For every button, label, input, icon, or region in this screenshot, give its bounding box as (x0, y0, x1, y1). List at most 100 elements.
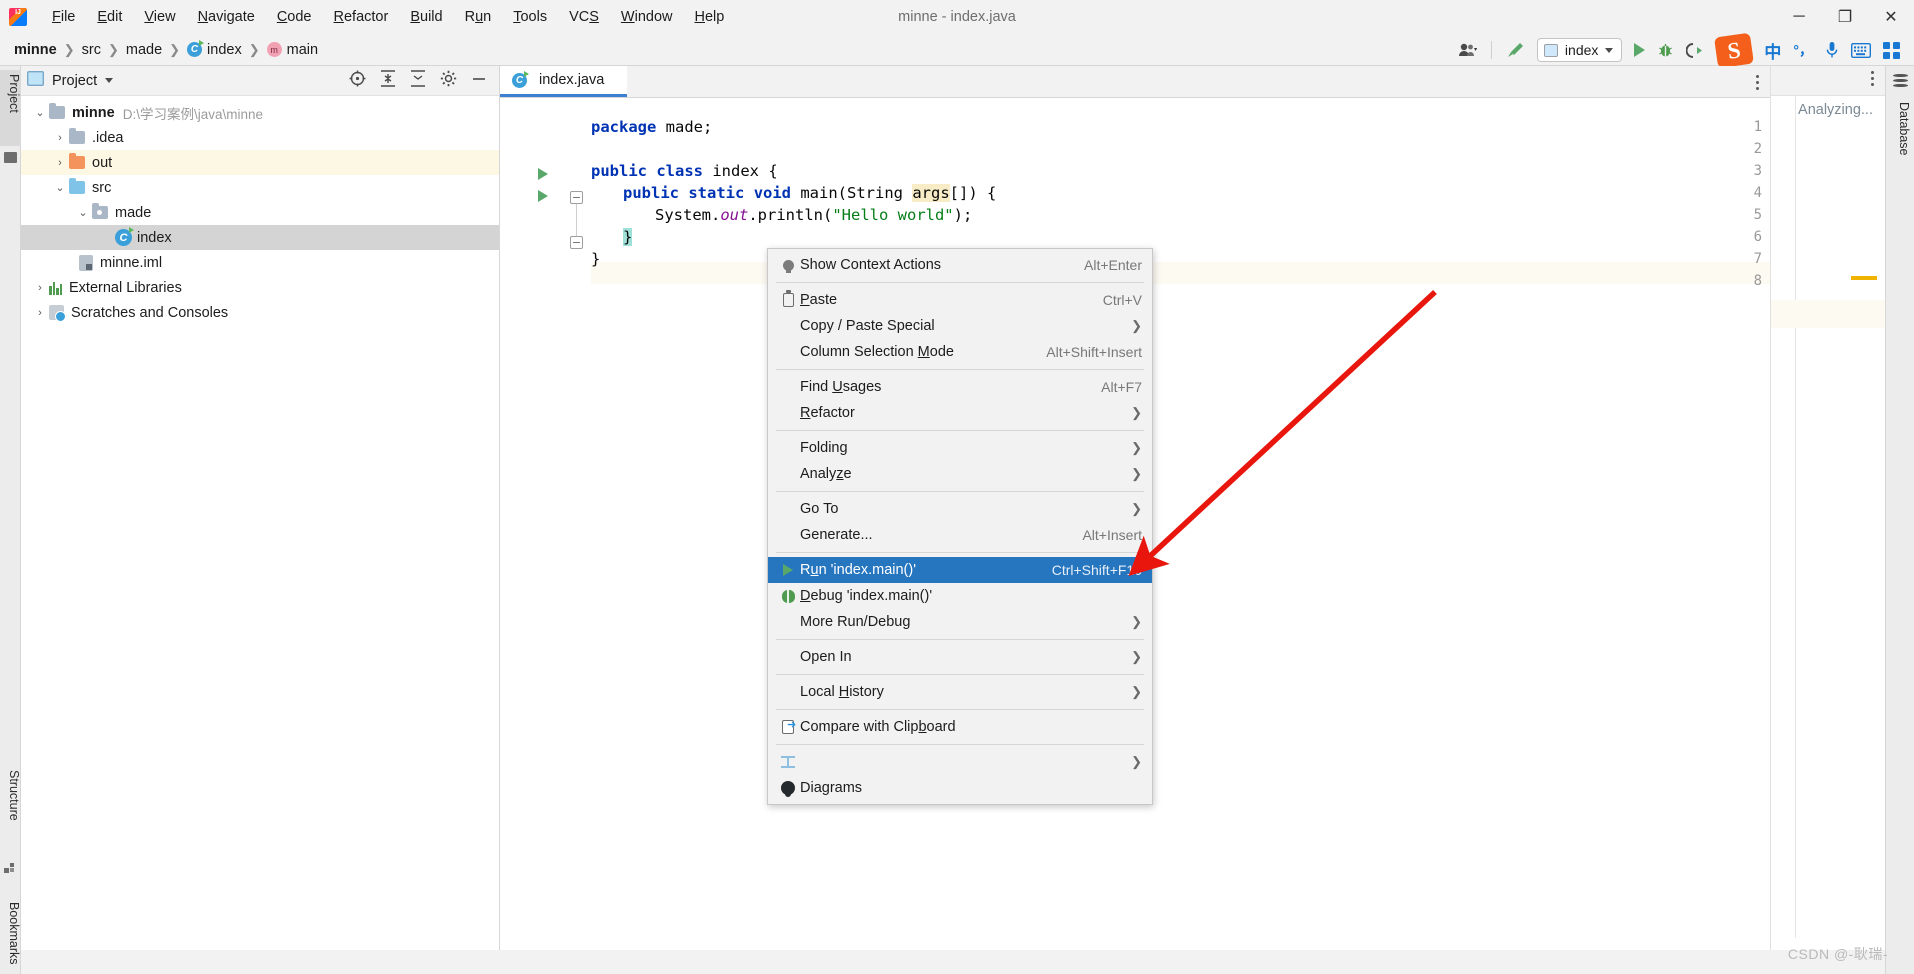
chevron-right-icon[interactable]: › (31, 282, 49, 294)
minimize-button[interactable]: ─ (1776, 0, 1822, 34)
menu-item-find-usages[interactable]: Find Usages Alt+F7 (768, 374, 1152, 400)
menu-item-copy-paste-special[interactable]: Copy / Paste Special ❯ (768, 313, 1152, 339)
menu-window[interactable]: Window (610, 5, 684, 29)
settings-gear-icon[interactable] (440, 70, 457, 92)
tree-node-external-libraries[interactable]: › External Libraries (21, 275, 499, 300)
menu-item-create-gist[interactable]: Diagrams (768, 775, 1152, 801)
soft-keyboard-icon[interactable] (1845, 34, 1877, 66)
more-options-icon[interactable] (1870, 70, 1875, 92)
sidebar-item-structure[interactable]: Structure (0, 766, 21, 854)
hammer-build-icon[interactable] (1499, 34, 1531, 66)
editor-more-options-icon[interactable] (1755, 66, 1760, 98)
menu-item-go-to[interactable]: Go To ❯ (768, 496, 1152, 522)
run-configuration-selector[interactable]: index (1531, 34, 1628, 66)
line-number-gutter[interactable] (500, 98, 563, 974)
sidebar-item-project[interactable]: Project (0, 70, 21, 146)
ime-toolbox-icon[interactable] (1877, 34, 1914, 66)
breadcrumb-item-minne[interactable]: minne (10, 40, 61, 60)
menu-item-more-run-debug[interactable]: More Run/Debug ❯ (768, 609, 1152, 635)
breadcrumb-item-made[interactable]: made (122, 40, 166, 60)
menu-item-run-index-main[interactable]: Run 'index.main()' Ctrl+Shift+F10 (768, 557, 1152, 583)
tree-node-src[interactable]: ⌄ src (21, 175, 499, 200)
lightbulb-icon (776, 259, 800, 273)
project-tree[interactable]: ⌄ minne D:\学习案例\java\minne › .idea › out… (21, 96, 499, 325)
menu-tools[interactable]: Tools (502, 5, 558, 29)
tree-node-idea[interactable]: › .idea (21, 125, 499, 150)
menu-file[interactable]: FFileile (41, 5, 86, 29)
run-gutter-icon[interactable] (538, 168, 548, 180)
menu-separator (776, 674, 1144, 675)
chevron-right-icon[interactable]: › (51, 132, 69, 144)
line-number: 4 (1753, 185, 1762, 201)
ime-punctuation-icon[interactable]: °， (1787, 34, 1819, 66)
tree-node-scratches-and-consoles[interactable]: › Scratches and Consoles (21, 300, 499, 325)
menu-view[interactable]: View (133, 5, 186, 29)
menu-item-column-selection-mode[interactable]: Column Selection Mode Alt+Shift+Insert (768, 339, 1152, 365)
chevron-down-icon[interactable]: ⌄ (31, 106, 49, 119)
fold-region-icon[interactable] (570, 191, 583, 204)
run-with-coverage-icon[interactable] (1680, 34, 1710, 66)
code-folding-gutter[interactable] (563, 98, 591, 974)
chevron-down-icon[interactable] (105, 78, 114, 83)
menu-item-paste[interactable]: Paste Ctrl+V (768, 287, 1152, 313)
microphone-icon[interactable] (1819, 34, 1845, 66)
tree-node-label: index (137, 229, 172, 246)
tree-node-made[interactable]: ⌄ made (21, 200, 499, 225)
sogou-ime-logo[interactable]: S (1710, 32, 1758, 68)
maximize-button[interactable]: ❐ (1822, 0, 1868, 34)
scroll-from-source-icon[interactable] (349, 70, 366, 92)
menu-item-folding[interactable]: Folding ❯ (768, 435, 1152, 461)
menu-vcs[interactable]: VCS (558, 5, 610, 29)
editor-context-menu[interactable]: Show Context Actions Alt+Enter Paste Ctr… (767, 248, 1153, 805)
menu-refactor[interactable]: Refactor (323, 5, 400, 29)
menu-help[interactable]: Help (683, 5, 735, 29)
menu-item-compare-with-clipboard[interactable]: Compare with Clipboard (768, 714, 1152, 740)
code-text: System. (655, 206, 721, 224)
user-avatar-icon[interactable] (1452, 34, 1484, 66)
close-button[interactable]: ✕ (1868, 0, 1914, 34)
menu-edit[interactable]: Edit (86, 5, 133, 29)
menu-item-generate[interactable]: Generate... Alt+Insert (768, 522, 1152, 548)
menu-bar[interactable]: FFileile Edit View Navigate Code Refacto… (41, 0, 735, 34)
tree-node-index[interactable]: C index (21, 225, 499, 250)
menu-item-debug-index-main[interactable]: Debug 'index.main()' (768, 583, 1152, 609)
hide-icon[interactable] (471, 70, 487, 92)
tree-node-minne-iml[interactable]: minne.iml (21, 250, 499, 275)
menu-item-show-context-actions[interactable]: Show Context Actions Alt+Enter (768, 252, 1152, 278)
editor-tab-index-java[interactable]: C index.java close-icon (500, 66, 628, 97)
ime-language-indicator[interactable]: 中 (1758, 34, 1787, 66)
menu-item-analyze[interactable]: Analyze ❯ (768, 461, 1152, 487)
run-gutter-icon[interactable] (538, 190, 548, 202)
chevron-down-icon[interactable]: ⌄ (74, 206, 92, 219)
menu-item-local-history[interactable]: Local History ❯ (768, 679, 1152, 705)
project-path: D:\学习案例\java\minne (122, 106, 263, 122)
chevron-right-icon[interactable]: › (31, 307, 49, 319)
tree-node-out[interactable]: › out (21, 150, 499, 175)
breadcrumb-item-index[interactable]: C index (183, 40, 246, 60)
breadcrumb[interactable]: minne ❯ src ❯ made ❯ C index ❯ m main (10, 40, 322, 60)
folder-grey-icon (69, 128, 85, 144)
menu-item-open-in[interactable]: Open In ❯ (768, 644, 1152, 670)
breadcrumb-item-main[interactable]: m main (263, 40, 322, 60)
run-play-icon[interactable] (1628, 34, 1651, 66)
chevron-right-icon[interactable]: › (51, 157, 69, 169)
tree-node-minne[interactable]: ⌄ minne D:\学习案例\java\minne (21, 100, 499, 125)
chevron-down-icon[interactable]: ⌄ (51, 181, 69, 194)
window-controls[interactable]: ─ ❐ ✕ (1776, 0, 1914, 34)
menu-item-refactor[interactable]: Refactor ❯ (768, 400, 1152, 426)
menu-build[interactable]: Build (399, 5, 453, 29)
menu-navigate[interactable]: Navigate (187, 5, 266, 29)
sidebar-item-bookmarks[interactable]: Bookmarks (0, 898, 21, 974)
menu-run[interactable]: Run (454, 5, 503, 29)
menu-item-label: Generate... (800, 527, 873, 543)
breadcrumb-item-src[interactable]: src (78, 40, 105, 60)
menu-item-diagrams[interactable]: ❯ (768, 749, 1152, 775)
sidebar-item-database[interactable]: Database (1890, 98, 1911, 190)
warning-stripe-marker[interactable] (1851, 276, 1877, 280)
line-number: 7 (1753, 251, 1762, 267)
collapse-all-icon[interactable] (380, 69, 396, 92)
expand-icon[interactable] (410, 69, 426, 92)
fold-region-icon[interactable] (570, 236, 583, 249)
debug-bug-icon[interactable] (1651, 34, 1680, 66)
menu-code[interactable]: Code (266, 5, 323, 29)
